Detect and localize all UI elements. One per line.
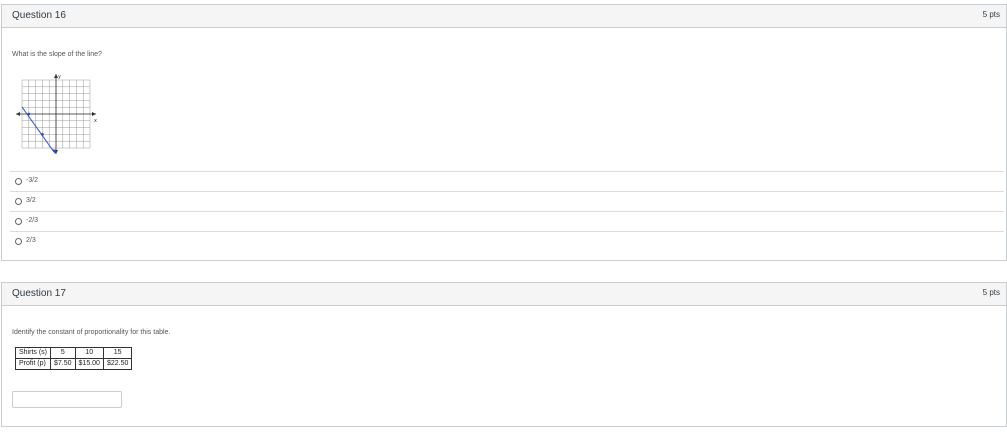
- proportion-table: Shirts (s) 5 10 15 Profit (p) $7.50 $15.…: [15, 347, 133, 370]
- question-points: 5 pts: [982, 288, 1000, 297]
- x-axis-label: x: [94, 118, 97, 124]
- answer-input[interactable]: [12, 391, 122, 408]
- table-cell: Profit (p): [15, 358, 51, 370]
- line-point: [41, 133, 44, 136]
- answer-option[interactable]: -3/2: [10, 171, 1004, 191]
- table-row: Shirts (s) 5 10 15: [15, 347, 133, 359]
- table-cell: $7.50: [50, 358, 76, 370]
- x-axis-arrow-left: [16, 112, 20, 116]
- table-cell: Shirts (s): [15, 347, 51, 359]
- table-cell: $22.50: [102, 358, 133, 370]
- line-point: [27, 112, 31, 116]
- radio-button[interactable]: [15, 238, 22, 245]
- line-arrow-end: [52, 149, 56, 154]
- slope-graph: x y: [16, 74, 97, 154]
- answer-option[interactable]: 2/3: [10, 231, 1004, 251]
- x-axis-arrow-right: [92, 112, 96, 116]
- answer-option[interactable]: -2/3: [10, 211, 1004, 231]
- answer-label: 3/2: [26, 197, 36, 204]
- y-axis-label: y: [58, 74, 61, 80]
- answer-option[interactable]: 3/2: [10, 191, 1004, 211]
- radio-button[interactable]: [15, 178, 22, 185]
- answer-label: -2/3: [26, 217, 39, 224]
- question-header: Question 17 5 pts: [2, 283, 1006, 306]
- question-17: Question 17 5 pts Identify the constant …: [1, 282, 1007, 427]
- question-title: Question 17: [12, 288, 66, 299]
- radio-button[interactable]: [15, 218, 22, 225]
- question-header: Question 16 5 pts: [2, 5, 1006, 28]
- question-title: Question 16: [12, 10, 66, 21]
- question-text: Identify the constant of proportionality…: [12, 329, 171, 336]
- table-cell: $15.00: [74, 358, 104, 370]
- answer-list: -3/2 3/2 -2/3 2/3: [10, 171, 1004, 251]
- question-text: What is the slope of the line?: [12, 51, 102, 58]
- table-row: Profit (p) $7.50 $15.00 $22.50: [15, 358, 133, 370]
- question-16: Question 16 5 pts What is the slope of t…: [1, 4, 1007, 261]
- table-cell: 10: [74, 347, 104, 359]
- table-cell: 5: [50, 347, 76, 359]
- radio-button[interactable]: [15, 198, 22, 205]
- answer-label: -3/2: [26, 177, 39, 184]
- answer-label: 2/3: [26, 237, 36, 244]
- table-cell: 15: [102, 347, 133, 359]
- question-points: 5 pts: [982, 10, 1000, 19]
